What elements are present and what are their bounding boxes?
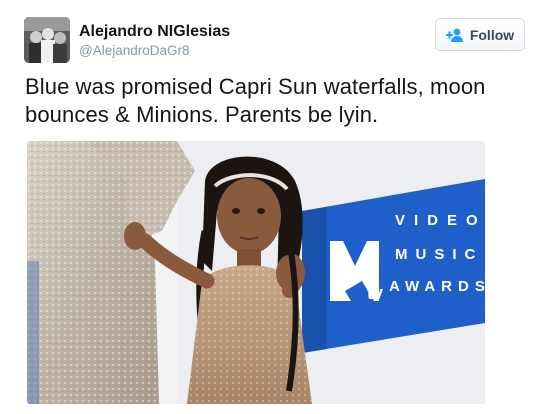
author-block: Alejandro NIGlesias @AlejandroDaGr8 xyxy=(79,22,230,60)
profile-photo-icon xyxy=(24,17,70,63)
svg-text:AWARDS: AWARDS xyxy=(389,278,485,295)
follow-button-label: Follow xyxy=(469,26,515,43)
vma-words: VIDEO MUSIC AWARDS xyxy=(389,212,485,295)
author-display-name[interactable]: Alejandro NIGlesias xyxy=(79,22,230,42)
tweet-photo[interactable]: tv VIDEO MUSIC AWARDS xyxy=(27,141,485,404)
photo-illustration: tv VIDEO MUSIC AWARDS xyxy=(27,141,485,404)
tweet-text: Blue was promised Capri Sun waterfalls, … xyxy=(25,74,486,127)
avatar[interactable] xyxy=(24,17,70,63)
follow-button[interactable]: Follow xyxy=(435,18,525,51)
tweet-card: Alejandro NIGlesias @AlejandroDaGr8 Foll… xyxy=(0,0,544,414)
svg-text:MUSIC: MUSIC xyxy=(395,246,483,263)
add-user-icon xyxy=(445,28,464,42)
svg-text:tv: tv xyxy=(367,283,383,303)
author-handle[interactable]: @AlejandroDaGr8 xyxy=(79,42,230,60)
svg-text:VIDEO: VIDEO xyxy=(395,212,485,229)
